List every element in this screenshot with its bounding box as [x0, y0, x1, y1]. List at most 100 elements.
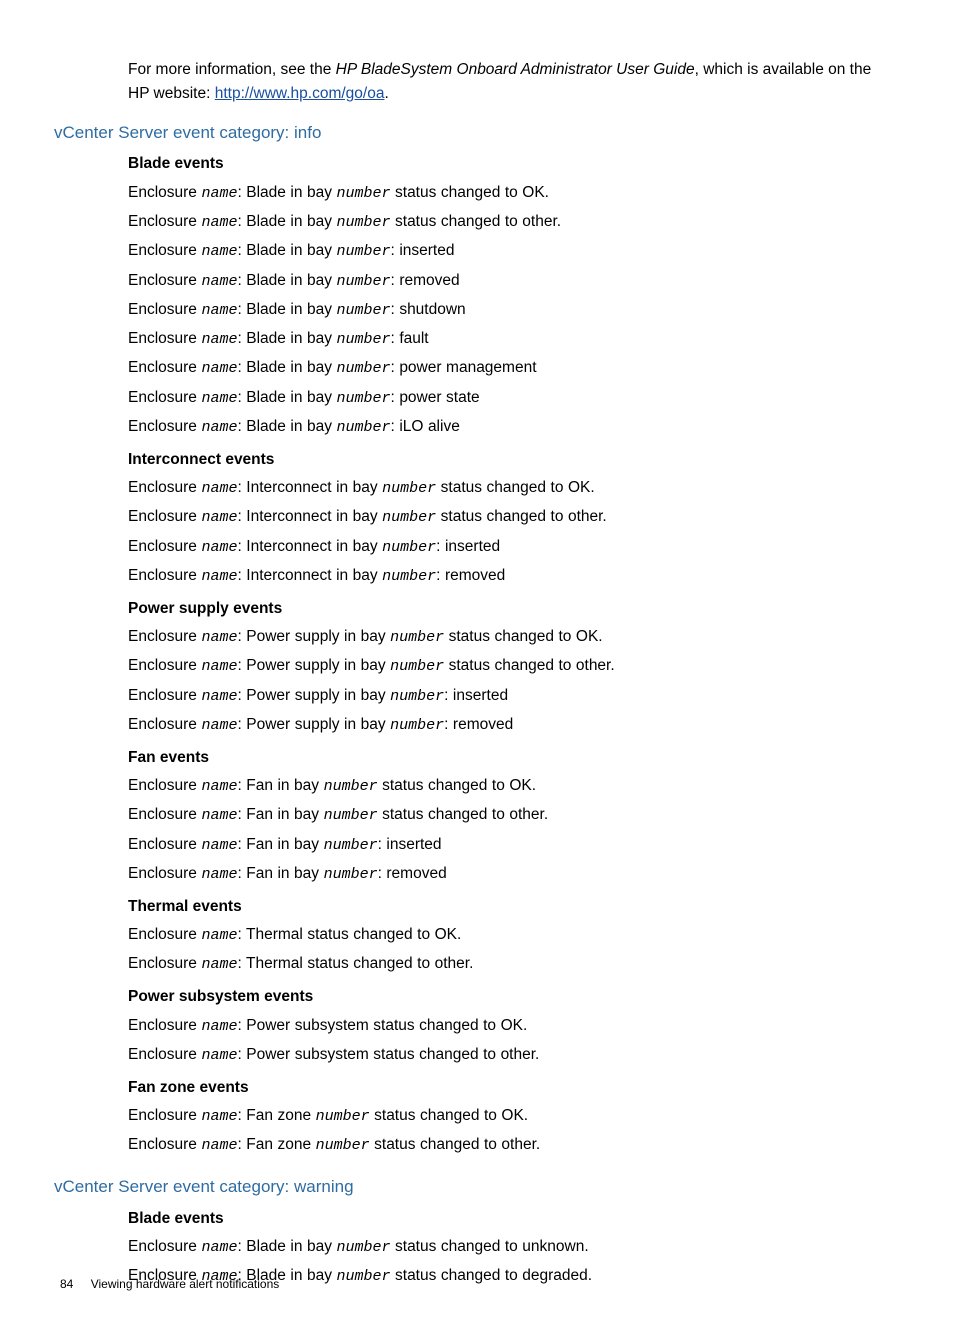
event-variable: number: [324, 837, 378, 854]
event-variable: name: [201, 807, 237, 824]
event-line: Enclosure name: Interconnect in bay numb…: [128, 503, 894, 532]
event-text: status changed to other.: [436, 508, 607, 525]
event-text: : Fan in bay: [237, 777, 323, 794]
event-line: Enclosure name: Fan in bay number status…: [128, 801, 894, 830]
event-text: Enclosure: [128, 1238, 201, 1255]
event-text: : power state: [391, 389, 480, 406]
event-variable: name: [201, 1137, 237, 1154]
event-text: : Blade in bay: [237, 242, 336, 259]
event-variable: name: [201, 956, 237, 973]
group-heading: Power supply events: [128, 597, 894, 621]
event-variable: number: [336, 243, 390, 260]
group-heading: Power subsystem events: [128, 985, 894, 1009]
event-text: : inserted: [391, 242, 455, 259]
event-text: : Blade in bay: [237, 301, 336, 318]
event-text: Enclosure: [128, 806, 201, 823]
event-line: Enclosure name: Fan in bay number: remov…: [128, 859, 894, 888]
event-variable: name: [201, 1018, 237, 1035]
event-text: Enclosure: [128, 330, 201, 347]
event-text: : Blade in bay: [237, 213, 336, 230]
event-text: : Interconnect in bay: [237, 508, 382, 525]
event-text: : Fan zone: [237, 1107, 315, 1124]
section-heading: vCenter Server event category: warning: [54, 1174, 894, 1200]
event-text: Enclosure: [128, 657, 201, 674]
event-line: Enclosure name: Blade in bay number: pow…: [128, 354, 894, 383]
event-variable: number: [336, 185, 390, 202]
event-text: : Fan in bay: [237, 806, 323, 823]
event-variable: name: [201, 568, 237, 585]
event-text: : shutdown: [391, 301, 466, 318]
event-text: : Blade in bay: [237, 272, 336, 289]
event-text: Enclosure: [128, 716, 201, 733]
event-variable: name: [201, 717, 237, 734]
event-variable: number: [336, 419, 390, 436]
event-text: Enclosure: [128, 418, 201, 435]
event-text: : Power supply in bay: [237, 628, 390, 645]
event-text: Enclosure: [128, 538, 201, 555]
event-text: : Blade in bay: [237, 1238, 336, 1255]
event-variable: number: [390, 629, 444, 646]
event-text: : removed: [378, 865, 447, 882]
event-variable: name: [201, 688, 237, 705]
event-variable: number: [336, 331, 390, 348]
event-text: : inserted: [444, 687, 508, 704]
event-variable: name: [201, 480, 237, 497]
event-text: : Interconnect in bay: [237, 479, 382, 496]
event-text: status changed to other.: [391, 213, 562, 230]
event-variable: name: [201, 1239, 237, 1256]
event-text: : Fan in bay: [237, 865, 323, 882]
event-text: Enclosure: [128, 836, 201, 853]
event-line: Enclosure name: Power supply in bay numb…: [128, 652, 894, 681]
event-variable: number: [382, 480, 436, 497]
event-line: Enclosure name: Power supply in bay numb…: [128, 681, 894, 710]
event-text: Enclosure: [128, 389, 201, 406]
event-text: : Power supply in bay: [237, 687, 390, 704]
event-text: : power management: [391, 359, 537, 376]
event-variable: number: [336, 1239, 390, 1256]
event-variable: name: [201, 539, 237, 556]
event-text: status changed to OK.: [391, 184, 549, 201]
event-text: Enclosure: [128, 1107, 201, 1124]
intro-link[interactable]: http://www.hp.com/go/oa: [215, 85, 385, 102]
intro-text-pre: For more information, see the: [128, 61, 336, 78]
event-line: Enclosure name: Power subsystem status c…: [128, 1040, 894, 1069]
event-variable: number: [324, 866, 378, 883]
event-variable: number: [316, 1108, 370, 1125]
event-text: Enclosure: [128, 272, 201, 289]
event-variable: name: [201, 1047, 237, 1064]
event-text: : Blade in bay: [237, 389, 336, 406]
event-text: status changed to OK.: [444, 628, 602, 645]
event-line: Enclosure name: Interconnect in bay numb…: [128, 532, 894, 561]
event-text: status changed to unknown.: [391, 1238, 589, 1255]
page-footer: 84 Viewing hardware alert notifications: [60, 1275, 279, 1294]
event-text: Enclosure: [128, 508, 201, 525]
event-line: Enclosure name: Blade in bay number: shu…: [128, 295, 894, 324]
event-text: : removed: [436, 567, 505, 584]
event-variable: name: [201, 927, 237, 944]
document-page: For more information, see the HP BladeSy…: [0, 0, 954, 1331]
group-heading: Fan events: [128, 746, 894, 770]
event-text: Enclosure: [128, 777, 201, 794]
section-heading: vCenter Server event category: info: [54, 120, 894, 146]
group-heading: Blade events: [128, 152, 894, 176]
event-text: : Blade in bay: [237, 330, 336, 347]
event-text: : Interconnect in bay: [237, 538, 382, 555]
event-text: Enclosure: [128, 1017, 201, 1034]
event-variable: number: [316, 1137, 370, 1154]
event-text: status changed to OK.: [378, 777, 536, 794]
event-variable: number: [336, 390, 390, 407]
event-variable: number: [336, 214, 390, 231]
event-line: Enclosure name: Power supply in bay numb…: [128, 623, 894, 652]
event-text: Enclosure: [128, 926, 201, 943]
sections-root: vCenter Server event category: infoBlade…: [60, 120, 894, 1291]
event-text: : Power subsystem status changed to othe…: [237, 1046, 539, 1063]
event-line: Enclosure name: Fan in bay number: inser…: [128, 830, 894, 859]
event-variable: name: [201, 629, 237, 646]
event-variable: name: [201, 837, 237, 854]
event-line: Enclosure name: Interconnect in bay numb…: [128, 474, 894, 503]
event-text: status changed to OK.: [436, 479, 594, 496]
event-variable: name: [201, 509, 237, 526]
intro-paragraph: For more information, see the HP BladeSy…: [128, 58, 894, 106]
event-variable: name: [201, 419, 237, 436]
event-variable: number: [324, 807, 378, 824]
